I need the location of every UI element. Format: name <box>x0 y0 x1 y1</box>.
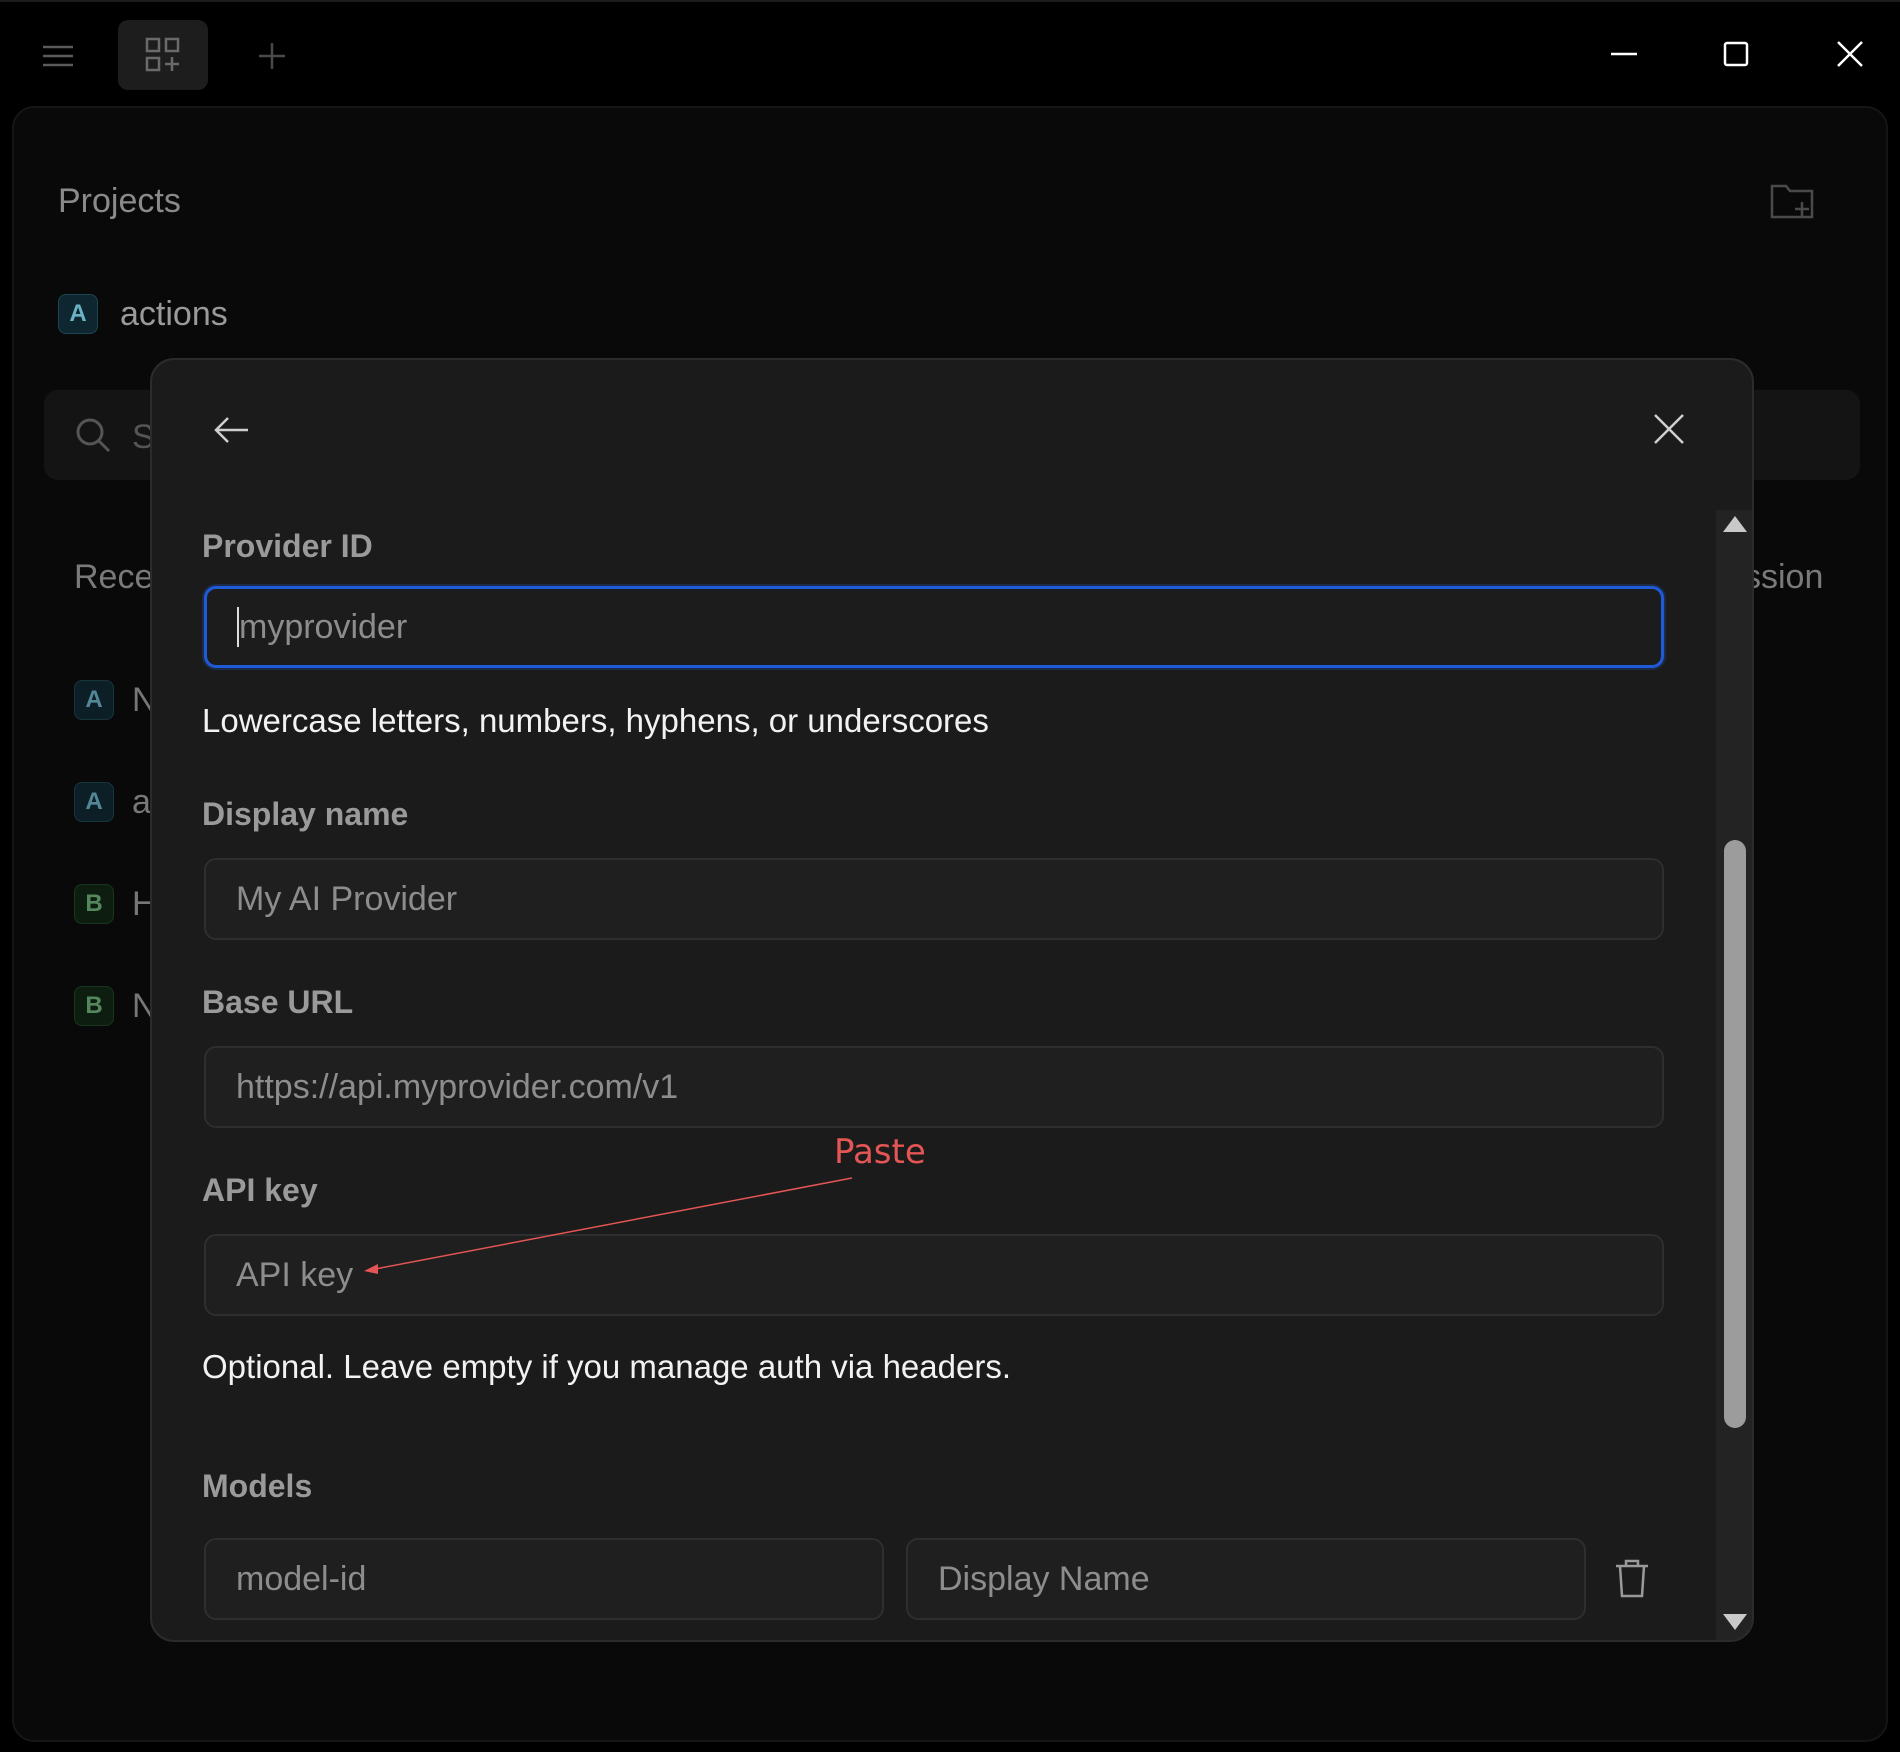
api-key-placeholder: API key <box>236 1255 354 1294</box>
provider-id-helper: Lowercase letters, numbers, hyphens, or … <box>202 702 989 739</box>
scroll-down-arrow-icon[interactable] <box>1723 1614 1747 1630</box>
trash-icon[interactable] <box>1614 1558 1654 1602</box>
display-name-placeholder: My AI Provider <box>236 879 458 918</box>
recent-item[interactable]: B H <box>74 884 157 924</box>
custom-provider-dialog: Provider ID myprovider Lowercase letters… <box>150 358 1754 1642</box>
recent-badge: B <box>74 884 114 924</box>
maximize-icon[interactable] <box>1712 30 1760 78</box>
api-key-input[interactable]: API key <box>204 1234 1664 1316</box>
models-label: Models <box>202 1468 313 1504</box>
model-id-input[interactable]: model-id <box>204 1538 884 1620</box>
plus-icon[interactable] <box>252 36 292 76</box>
api-key-helper: Optional. Leave empty if you manage auth… <box>202 1348 1011 1385</box>
model-display-name-input[interactable]: Display Name <box>906 1538 1586 1620</box>
model-display-name-placeholder: Display Name <box>938 1559 1150 1598</box>
provider-id-label: Provider ID <box>202 528 373 564</box>
recent-item[interactable]: B N <box>74 986 157 1026</box>
paste-annotation: Paste <box>834 1132 926 1172</box>
base-url-label: Base URL <box>202 984 354 1020</box>
folder-plus-icon[interactable] <box>1770 180 1818 224</box>
recent-heading-peek: Rece <box>74 558 154 596</box>
session-heading-peek: ssion <box>1744 558 1824 596</box>
api-key-label: API key <box>202 1172 318 1208</box>
base-url-placeholder: https://api.myprovider.com/v1 <box>236 1067 679 1106</box>
scroll-thumb[interactable] <box>1724 840 1746 1428</box>
project-badge: A <box>58 294 98 334</box>
recent-item[interactable]: A N <box>74 680 157 720</box>
recent-item[interactable]: A a <box>74 782 151 822</box>
scrollbar[interactable] <box>1716 510 1752 1640</box>
provider-id-placeholder: myprovider <box>239 607 408 646</box>
recent-badge: B <box>74 986 114 1026</box>
recent-badge: A <box>74 782 114 822</box>
grid-plus-icon[interactable] <box>118 20 208 90</box>
base-url-input[interactable]: https://api.myprovider.com/v1 <box>204 1046 1664 1128</box>
projects-title: Projects <box>58 182 181 220</box>
display-name-input[interactable]: My AI Provider <box>204 858 1664 940</box>
display-name-label: Display name <box>202 796 409 832</box>
project-name: actions <box>120 294 228 333</box>
close-icon[interactable] <box>1826 30 1874 78</box>
minimize-icon[interactable] <box>1600 30 1648 78</box>
dialog-form: Provider ID myprovider Lowercase letters… <box>152 360 1716 1640</box>
project-item[interactable]: A actions <box>58 294 228 334</box>
recent-name-peek: a <box>132 782 151 821</box>
search-icon <box>74 416 114 456</box>
hamburger-menu-icon[interactable] <box>38 36 78 76</box>
provider-id-input[interactable]: myprovider <box>204 586 1664 668</box>
model-id-placeholder: model-id <box>236 1559 367 1598</box>
recent-badge: A <box>74 680 114 720</box>
title-bar <box>0 0 1900 104</box>
scroll-up-arrow-icon[interactable] <box>1723 516 1747 532</box>
